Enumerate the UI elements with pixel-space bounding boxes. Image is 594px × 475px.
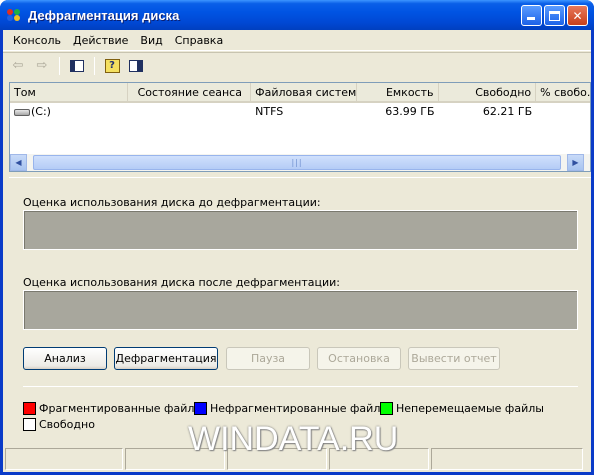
menu-bar: Консоль Действие Вид Справка	[3, 30, 591, 51]
col-free-percent[interactable]: % свобо...	[536, 83, 590, 103]
menu-view[interactable]: Вид	[134, 34, 168, 47]
legend-divider	[23, 386, 578, 387]
capacity-value: 63.99 ГБ	[385, 105, 435, 118]
pause-button[interactable]: Пауза	[226, 347, 310, 370]
col-capacity[interactable]: Емкость	[357, 83, 439, 103]
session-state	[128, 103, 252, 121]
window-title: Дефрагментация диска	[28, 7, 180, 23]
col-volume[interactable]: Том	[10, 83, 128, 103]
col-free[interactable]: Свободно	[439, 83, 537, 103]
watermark: WINDATA.RU	[188, 420, 399, 458]
free-value: 62.21 ГБ	[482, 105, 533, 118]
scroll-right-icon[interactable]: ▶	[567, 154, 584, 171]
before-defrag-label: Оценка использования диска до дефрагмент…	[23, 196, 321, 209]
legend-unmovable: Неперемещаемые файлы	[380, 402, 544, 415]
menu-action[interactable]: Действие	[67, 34, 134, 47]
analyze-button[interactable]: Анализ	[23, 347, 107, 370]
file-system-value: NTFS	[255, 105, 284, 118]
green-swatch-icon	[380, 402, 393, 415]
console-tree-icon	[70, 59, 84, 72]
col-file-system[interactable]: Файловая система	[251, 83, 357, 103]
volume-list[interactable]: Том Состояние сеанса Файловая система Ем…	[9, 82, 591, 172]
show-hide-tree-button[interactable]	[66, 55, 88, 77]
splitter[interactable]	[9, 177, 591, 178]
horizontal-scrollbar[interactable]: ◀ ||| ▶	[10, 154, 590, 171]
title-bar[interactable]: Дефрагментация диска ✕	[0, 0, 594, 30]
minimize-button[interactable]	[521, 5, 542, 26]
after-defrag-map	[23, 290, 578, 330]
close-button[interactable]: ✕	[567, 5, 588, 26]
volume-list-header: Том Состояние сеанса Файловая система Ем…	[10, 83, 590, 103]
legend-contiguous: Нефрагментированные файлы	[194, 402, 389, 415]
maximize-button[interactable]	[544, 5, 565, 26]
table-row[interactable]: (C:) NTFS 63.99 ГБ 62.21 ГБ	[10, 103, 590, 121]
scrollbar-thumb[interactable]: |||	[33, 155, 561, 170]
defrag-app-icon	[6, 7, 22, 23]
toolbar: ⇦ ⇨ ?	[3, 52, 591, 78]
help-icon: ?	[104, 58, 120, 73]
col-session-state[interactable]: Состояние сеанса	[128, 83, 252, 103]
forward-arrow-icon[interactable]: ⇨	[31, 55, 53, 77]
stop-button[interactable]: Остановка	[317, 347, 401, 370]
action-pane-icon	[129, 59, 143, 72]
legend-fragmented: Фрагментированные файлы	[23, 402, 203, 415]
view-report-button[interactable]: Вывести отчет	[408, 347, 500, 370]
defragment-button[interactable]: Дефрагментация	[114, 347, 218, 370]
volume-name: (C:)	[31, 105, 51, 118]
menu-console[interactable]: Консоль	[7, 34, 67, 47]
menu-help[interactable]: Справка	[169, 34, 229, 47]
back-arrow-icon[interactable]: ⇦	[7, 55, 29, 77]
action-pane-button[interactable]	[125, 55, 147, 77]
legend-free-space: Свободно	[23, 418, 95, 431]
white-swatch-icon	[23, 418, 36, 431]
blue-swatch-icon	[194, 402, 207, 415]
help-button[interactable]: ?	[101, 55, 123, 77]
free-percent-value	[536, 103, 590, 121]
defrag-window: Дефрагментация диска ✕ Консоль Действие …	[0, 0, 594, 475]
after-defrag-label: Оценка использования диска после дефрагм…	[23, 276, 341, 289]
hard-drive-icon	[14, 108, 30, 116]
scroll-left-icon[interactable]: ◀	[10, 154, 27, 171]
red-swatch-icon	[23, 402, 36, 415]
before-defrag-map	[23, 210, 578, 250]
